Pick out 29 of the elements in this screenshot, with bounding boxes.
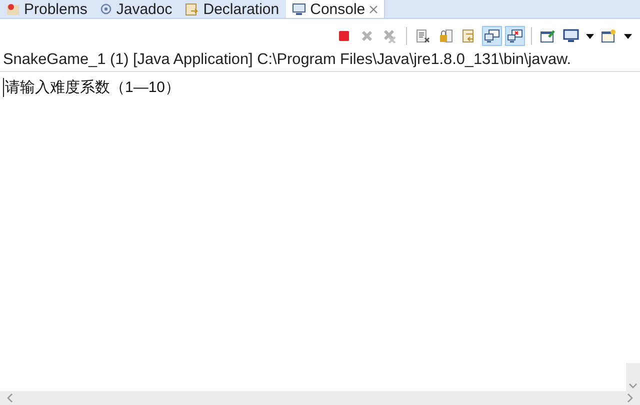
new-window-icon xyxy=(601,29,617,43)
dropdown-caret-icon xyxy=(624,34,632,38)
warning-list-icon xyxy=(6,2,20,16)
tab[interactable]: Javadoc xyxy=(94,0,180,18)
scroll-down-icon[interactable] xyxy=(629,381,637,391)
monitor-icon xyxy=(292,2,306,16)
scroll-right-icon[interactable] xyxy=(626,393,634,403)
monitor-message-icon xyxy=(484,29,500,43)
console-title: SnakeGame_1 (1) [Java Application] C:\Program Files\Java\jre1.8.0_131\bin\javaw. xyxy=(0,49,640,72)
tab[interactable]: Console xyxy=(286,0,386,18)
toolbar-button[interactable] xyxy=(482,26,502,46)
pinned-window-icon xyxy=(540,29,556,43)
double-close-icon xyxy=(383,29,397,43)
close-icon[interactable] xyxy=(369,4,378,14)
console-output: 请输入难度系数（1—10） xyxy=(3,78,180,97)
close-icon xyxy=(361,30,373,42)
monitor-error-icon xyxy=(507,29,523,43)
scroll-left-icon[interactable] xyxy=(6,393,14,403)
toolbar-button[interactable] xyxy=(505,26,525,46)
stop-icon xyxy=(338,30,350,42)
lock-document-icon xyxy=(439,29,453,43)
tab[interactable]: Problems xyxy=(0,0,94,18)
monitor-icon xyxy=(563,29,579,43)
vertical-scrollbar[interactable] xyxy=(626,363,640,391)
at-sign-icon xyxy=(100,3,112,15)
horizontal-scrollbar[interactable] xyxy=(0,391,640,405)
document-clear-icon xyxy=(416,29,430,43)
dropdown-caret-icon xyxy=(586,34,594,38)
tab[interactable]: Declaration xyxy=(179,0,286,18)
